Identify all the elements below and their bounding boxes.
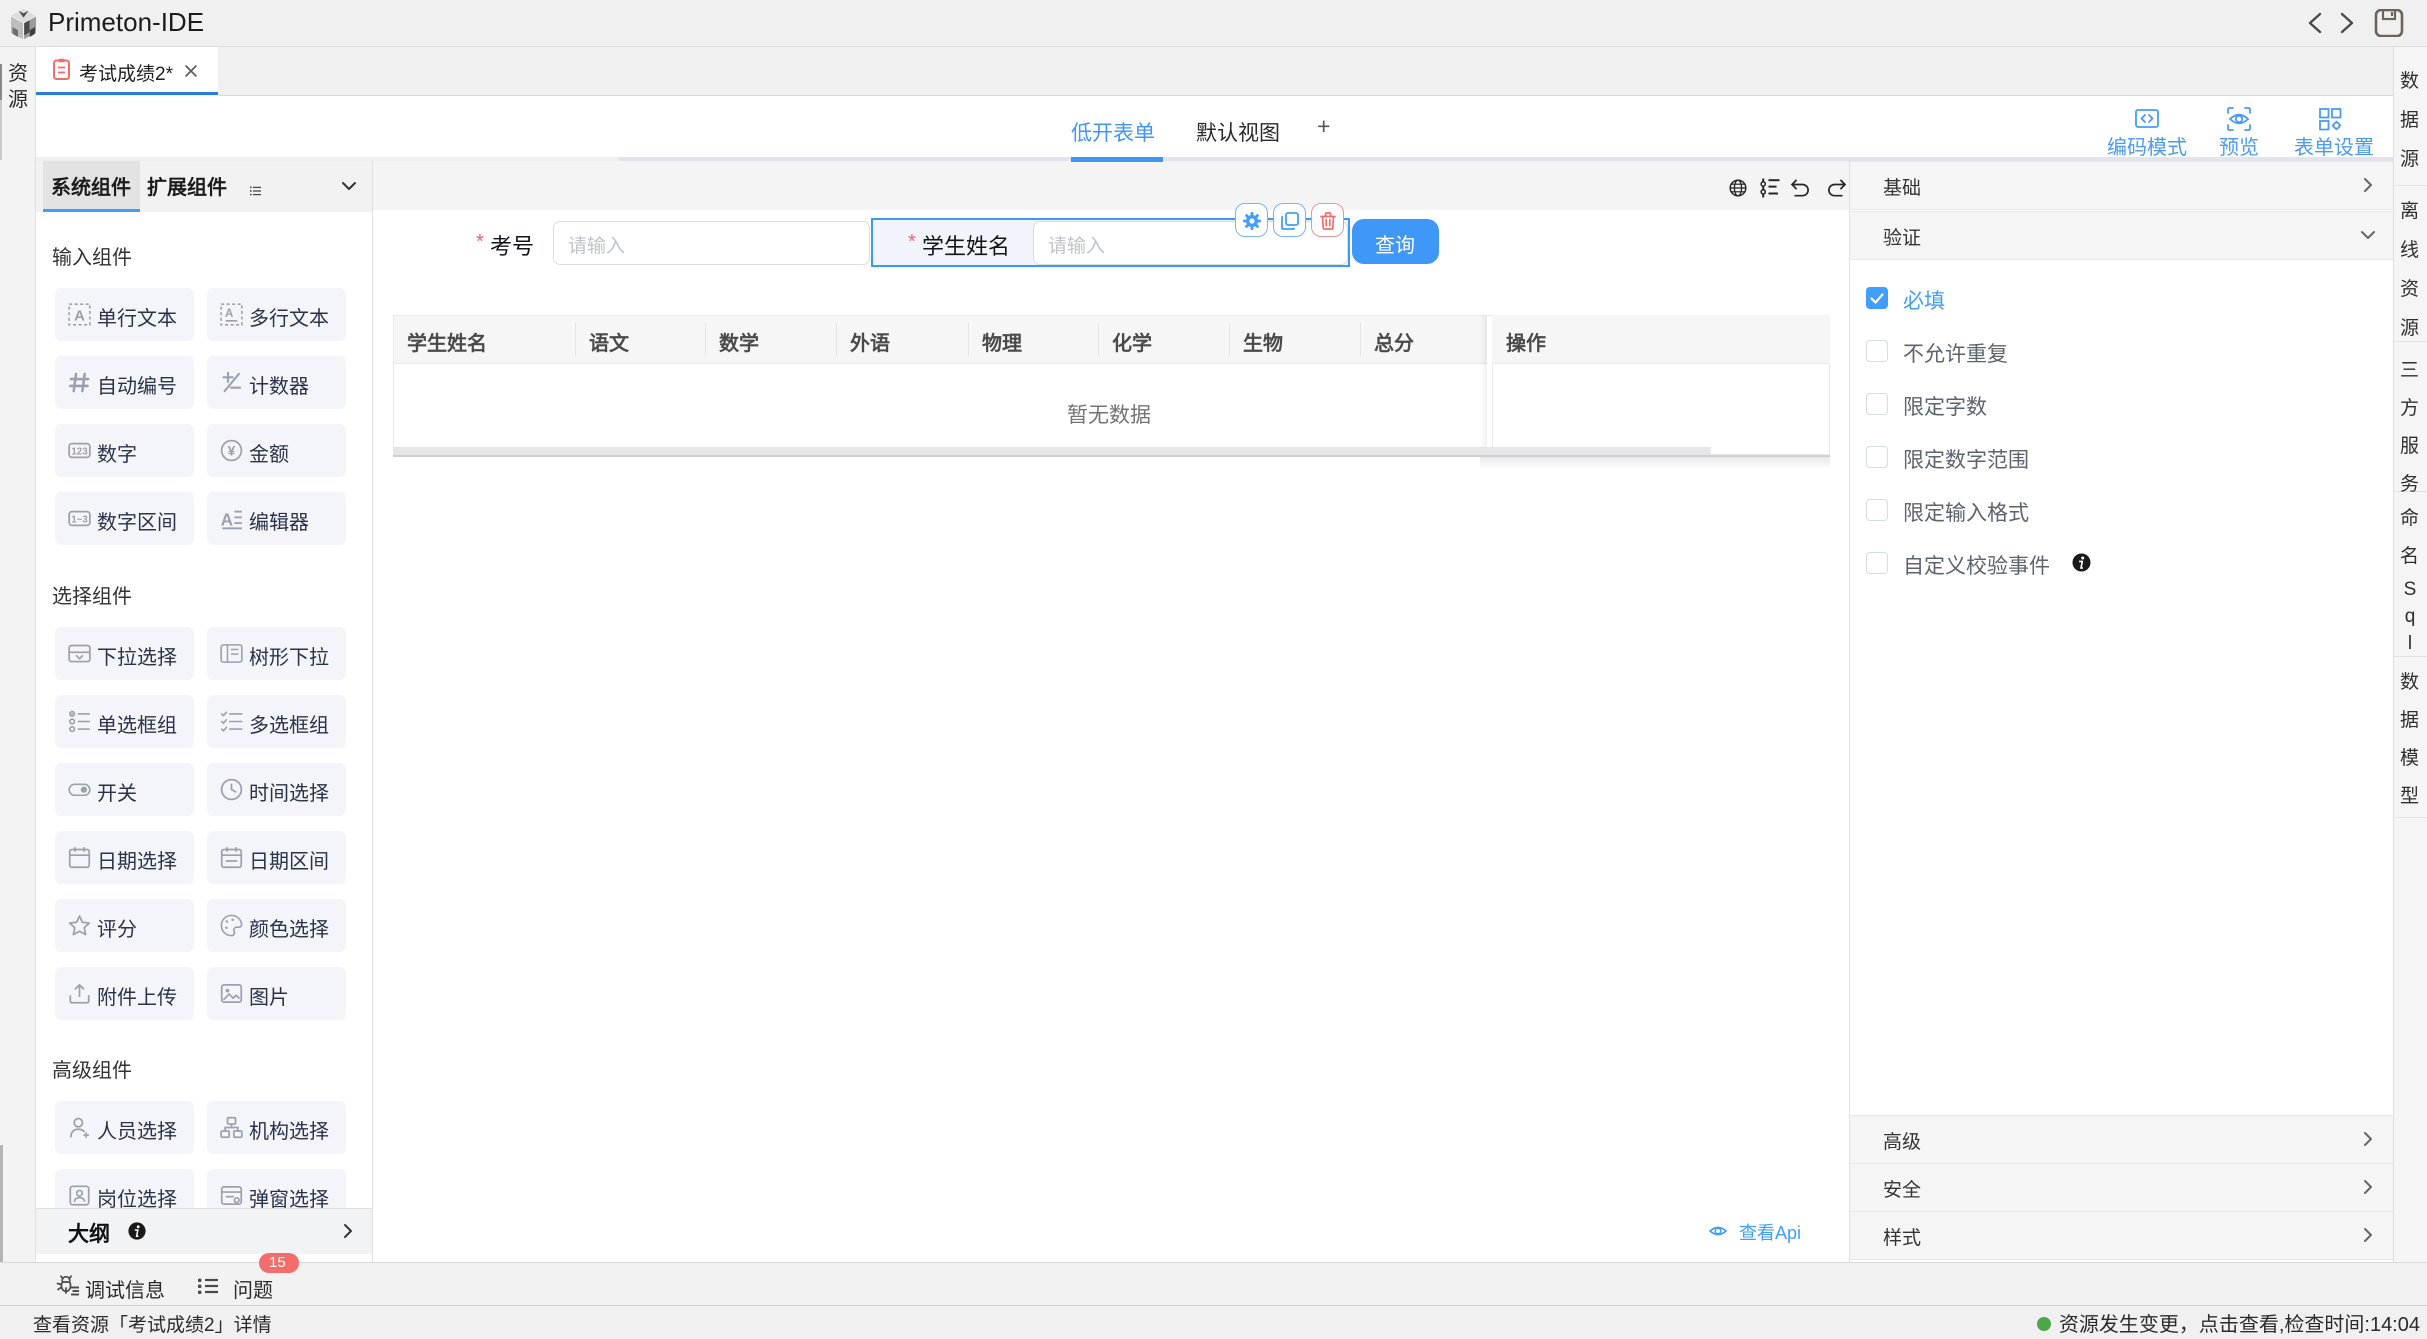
svg-text:A: A <box>221 509 233 529</box>
svg-text:¥: ¥ <box>228 444 236 459</box>
svg-text:123: 123 <box>71 447 88 458</box>
svg-text:A: A <box>225 308 233 320</box>
svg-text:1~3: 1~3 <box>71 514 88 525</box>
svg-text:A: A <box>74 307 85 324</box>
